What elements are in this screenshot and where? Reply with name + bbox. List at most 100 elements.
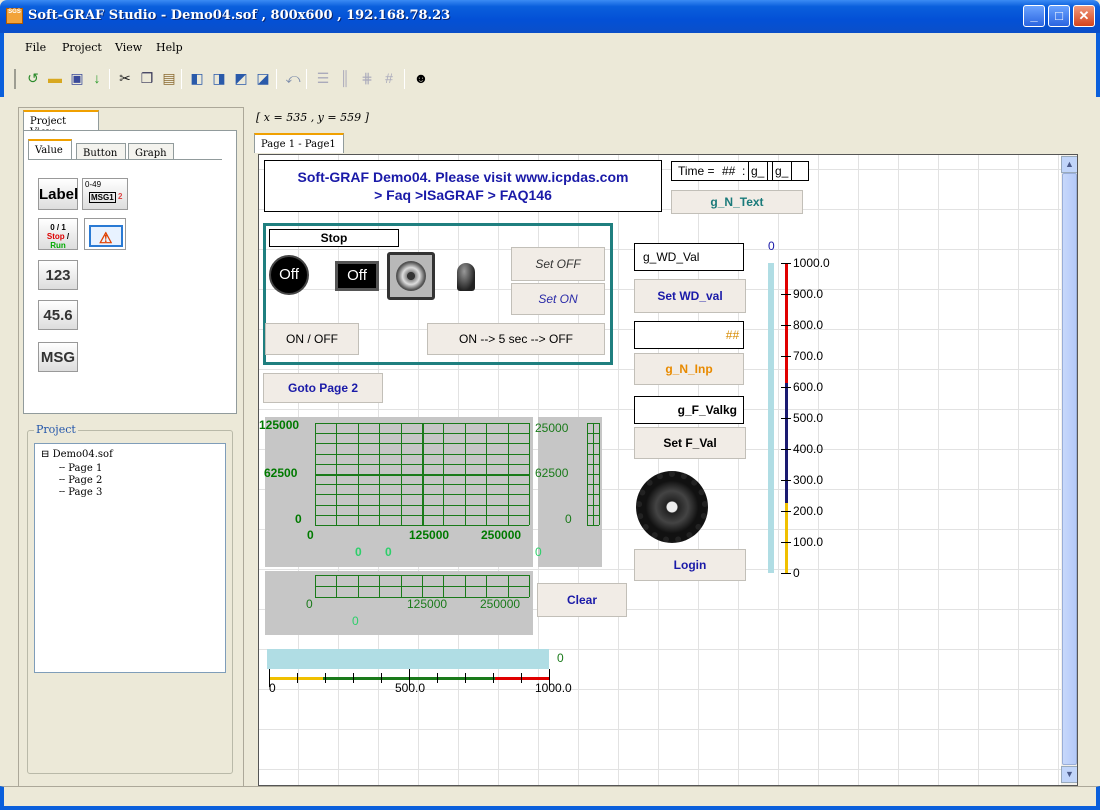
tree-item-page-1[interactable]: ┄ Page 1 [59,463,102,474]
siren-icon [457,263,475,291]
grid-line [587,505,599,506]
stop-run-label: Stop [269,229,399,247]
login-button[interactable]: Login [634,549,746,581]
trend-y-min: 0 [295,512,302,526]
tree-item-page-3[interactable]: ┄ Page 3 [59,487,102,498]
vscale-tick [781,325,791,326]
goto-page-2-button[interactable]: Goto Page 2 [263,373,383,403]
label-tool-button[interactable]: Label [38,178,78,210]
vscale-label: 900.0 [793,287,824,301]
on-5sec-off-button[interactable]: ON --> 5 sec --> OFF [427,323,605,355]
grid-line [587,474,599,475]
spacing-icon[interactable]: ⋕ [358,69,376,87]
set-off-button[interactable]: Set OFF [511,247,605,281]
status-bar [0,786,1100,810]
msg-range-text: 0-49 [85,180,102,189]
tab-button[interactable]: Button [76,143,126,159]
design-canvas[interactable]: Soft-GRAF Demo04. Please visit www.icpda… [258,154,1078,786]
x-trend-1: 125000 [407,597,448,611]
x-trend-cur: 0 [352,614,359,628]
grid-line [587,525,599,526]
scroll-up-button[interactable]: ▲ [1061,156,1077,173]
cut-icon[interactable]: ✂ [116,69,134,87]
expander-icon[interactable]: ⊟ [41,449,49,460]
message-tool-button[interactable]: 0-49 MSG1 2 [82,178,128,210]
vscale-label: 200.0 [793,504,824,518]
integer-tool-button[interactable]: 123 [38,260,78,290]
tab-graph[interactable]: Graph [128,143,174,159]
tab-project-view[interactable]: Project View [23,110,99,138]
g-n-inp-button[interactable]: g_N_Inp [634,353,744,385]
vscale-tick [781,294,791,295]
project-tree: ⊟ Demo04.sof ┄ Page 1 ┄ Page 2 ┄ Page 3 [34,443,226,673]
menu-file[interactable]: File [25,41,46,54]
set-f-val-button[interactable]: Set F_Val [634,427,746,459]
grid-line [315,474,529,476]
msg-tool-button[interactable]: MSG [38,342,78,372]
grid-line [529,423,530,525]
bring-forward-icon[interactable]: ◩ [232,69,250,87]
grid-line [315,464,529,465]
grid-icon[interactable]: # [380,69,398,87]
vscale-tick [781,573,791,574]
n-inp-input[interactable]: ## [634,321,744,349]
grid-line [599,423,600,525]
clear-button[interactable]: Clear [537,583,627,617]
distribute-icon[interactable]: ║ [336,69,354,87]
trend-y-max: 125000 [259,418,300,432]
vscale-tick [781,263,791,264]
vscale-label: 400.0 [793,442,824,456]
grid-line [315,505,529,506]
maximize-button[interactable]: □ [1048,5,1070,27]
grid-line [587,433,599,434]
wd-val-display: g_WD_Val [634,243,744,271]
tree-root[interactable]: ⊟ Demo04.sof [41,449,113,460]
set-on-button[interactable]: Set ON [511,283,605,315]
save-icon[interactable]: ▣ [68,69,86,87]
trend-x-0: 0 [307,528,314,542]
grid-line [587,494,599,495]
download-icon[interactable]: ↓ [88,69,106,87]
gear-icon [636,471,708,543]
copy-icon[interactable]: ❐ [138,69,156,87]
align-icon[interactable]: ☰ [314,69,332,87]
scroll-down-button[interactable]: ▼ [1061,766,1077,783]
menu-project[interactable]: Project [62,41,102,54]
tab-page-1[interactable]: Page 1 - Page1 [254,133,344,153]
new-icon[interactable]: ↺ [24,69,42,87]
undo-icon[interactable]: ⤺ [284,69,302,87]
menu-view[interactable]: View [115,41,142,54]
user-icon[interactable]: ☻ [412,69,430,87]
grid-line [587,464,599,465]
grid-line [315,423,529,424]
set-wd-val-button[interactable]: Set WD_val [634,279,746,313]
menu-help[interactable]: Help [156,41,183,54]
tab-value[interactable]: Value [28,139,72,159]
vertical-scrollbar[interactable]: ▲ ▼ [1061,155,1077,785]
tree-item-page-2[interactable]: ┄ Page 2 [59,475,102,486]
palette-container: Value Button Graph Label 0-49 MSG1 2 0 /… [23,130,237,414]
alarm-calendar-icon[interactable]: ⚠ [84,218,126,250]
close-button[interactable]: ✕ [1073,5,1095,27]
hscale-label: 0 [269,681,276,695]
x-trend-grid [315,575,530,598]
project-view-panel: Project View Value Button Graph Label 0-… [18,107,244,787]
paste-icon[interactable]: ▤ [160,69,178,87]
hscale-label: 500.0 [395,681,426,695]
send-backward-icon[interactable]: ◪ [254,69,272,87]
f-valkg-display: g_F_Valkg [634,396,744,424]
bring-front-icon[interactable]: ◧ [188,69,206,87]
real-tool-button[interactable]: 45.6 [38,300,78,330]
g-n-text-button[interactable]: g_N_Text [671,190,803,214]
on-off-button[interactable]: ON / OFF [265,323,359,355]
window-title: Soft-GRAF Studio - Demo04.sof , 800x600 … [28,8,451,23]
open-icon[interactable]: ▬ [46,69,64,87]
demo-title-box: Soft-GRAF Demo04. Please visit www.icpda… [264,160,662,212]
bool-tool-button[interactable]: 0 / 1 Stop / Run [38,218,78,250]
scroll-thumb[interactable] [1062,173,1077,765]
hscale-tick [269,669,270,687]
send-back-icon[interactable]: ◨ [210,69,228,87]
hscale-tick [437,673,438,683]
minimize-button[interactable]: _ [1023,5,1045,27]
vscale-tick [781,418,791,419]
